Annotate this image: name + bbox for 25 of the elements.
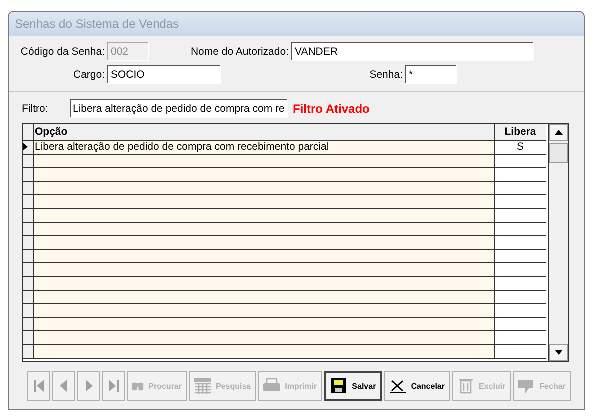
column-header[interactable]: Opção bbox=[34, 124, 495, 140]
filter-label: Filtro: bbox=[21, 102, 50, 114]
scrollbar[interactable] bbox=[548, 124, 568, 361]
save-button[interactable]: Salvar bbox=[324, 371, 382, 401]
left-triangle-icon bbox=[58, 379, 70, 393]
field-label: Senha: bbox=[368, 68, 404, 80]
speech-bubble-icon bbox=[518, 378, 536, 394]
cross-icon bbox=[389, 378, 408, 394]
field-label: Cargo: bbox=[72, 68, 106, 80]
input-field[interactable]: * bbox=[405, 65, 457, 84]
input-field[interactable]: VANDER bbox=[291, 42, 534, 61]
printer-icon bbox=[263, 378, 282, 394]
field-label: Código da Senha: bbox=[20, 46, 106, 58]
skip-start-icon bbox=[32, 379, 44, 393]
input-field[interactable]: SOCIO bbox=[107, 65, 221, 84]
filter-status: Filtro Ativado bbox=[293, 102, 370, 116]
table-icon bbox=[194, 378, 212, 394]
field-label: Nome do Autorizado: bbox=[190, 46, 290, 58]
filter-field[interactable]: Libera alteração de pedido de compra com re bbox=[70, 99, 288, 118]
window-title: Senhas do Sistema de Vendas bbox=[9, 12, 584, 36]
cancel-button[interactable]: Cancelar bbox=[384, 371, 450, 401]
skip-end-icon bbox=[108, 379, 120, 393]
trash-icon bbox=[456, 378, 475, 394]
row-selector[interactable] bbox=[23, 141, 34, 154]
table-cell: S bbox=[495, 141, 546, 154]
